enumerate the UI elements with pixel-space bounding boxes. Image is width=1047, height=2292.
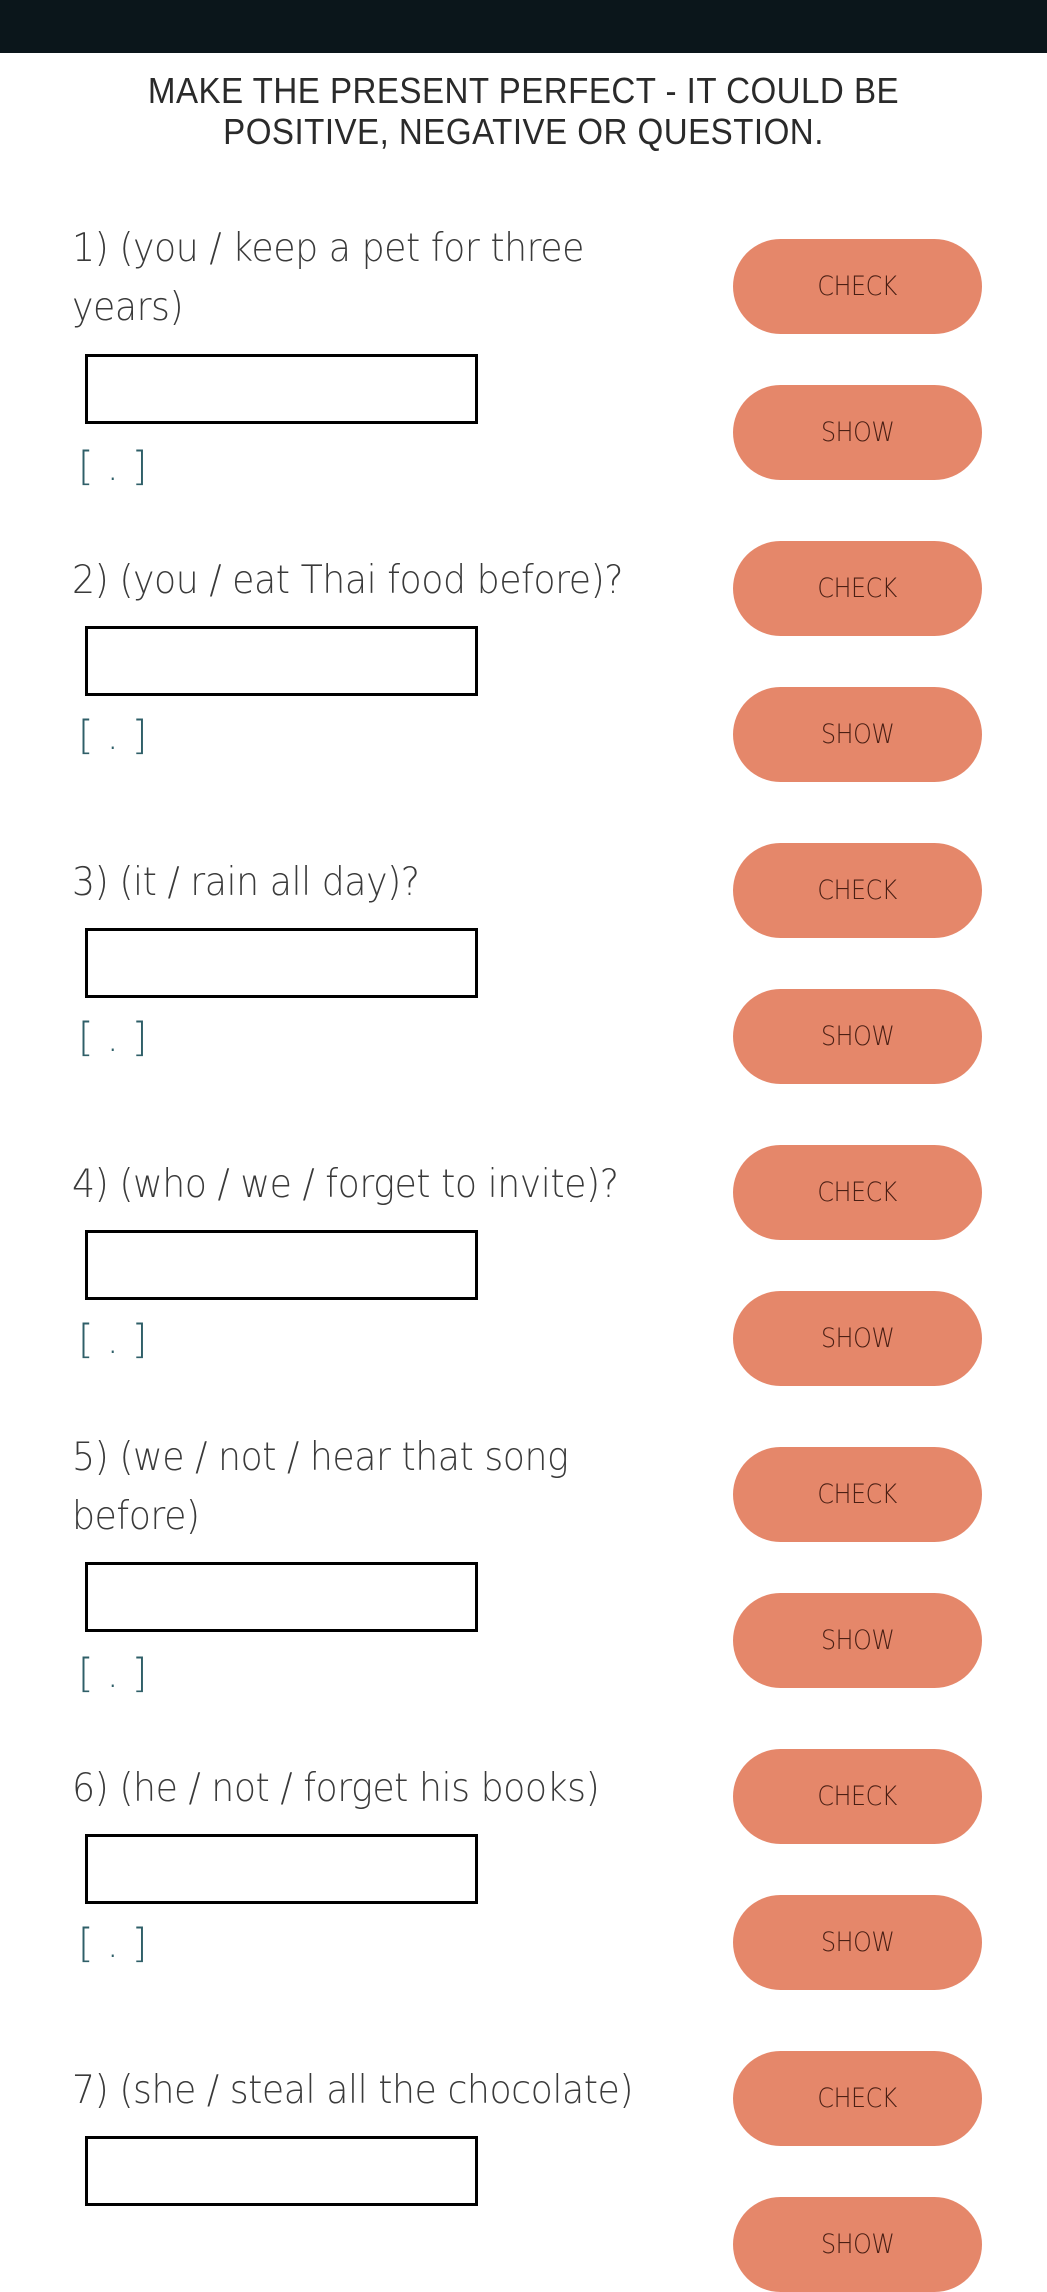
page-title: MAKE THE PRESENT PERFECT - IT COULD BE P… [42,70,1005,152]
check-button-7[interactable]: CHECK [733,2051,982,2146]
show-label: SHOW [820,719,895,750]
feedback-6: [ . ] [78,1921,148,1967]
check-button-3[interactable]: CHECK [733,843,982,938]
check-button-1[interactable]: CHECK [733,239,982,334]
answer-input-4[interactable] [85,1230,478,1300]
show-label: SHOW [820,1323,895,1354]
question-7-prompt: 7) (she / steal all the chocolate) [72,2068,634,2113]
check-label: CHECK [817,875,898,906]
show-label: SHOW [820,1625,895,1656]
question-4-prompt: 4) (who / we / forget to invite)? [72,1162,619,1207]
check-label: CHECK [817,271,898,302]
feedback-1: [ . ] [78,444,148,490]
show-label: SHOW [820,417,895,448]
show-label: SHOW [820,1021,895,1052]
answer-input-6[interactable] [85,1834,478,1904]
show-button-1[interactable]: SHOW [733,385,982,480]
top-bar [0,0,1047,53]
check-button-4[interactable]: CHECK [733,1145,982,1240]
show-label: SHOW [820,2229,895,2260]
title-line-1: MAKE THE PRESENT PERFECT - IT COULD BE [147,70,900,111]
show-label: SHOW [820,1927,895,1958]
check-label: CHECK [817,1781,898,1812]
feedback-2: [ . ] [78,713,148,759]
check-button-5[interactable]: CHECK [733,1447,982,1542]
show-button-7[interactable]: SHOW [733,2197,982,2292]
feedback-5: [ . ] [78,1651,148,1697]
show-button-6[interactable]: SHOW [733,1895,982,1990]
check-button-6[interactable]: CHECK [733,1749,982,1844]
check-button-2[interactable]: CHECK [733,541,982,636]
question-6-prompt: 6) (he / not / forget his books) [72,1766,600,1811]
feedback-3: [ . ] [78,1015,148,1061]
answer-input-2[interactable] [85,626,478,696]
show-button-3[interactable]: SHOW [733,989,982,1084]
check-label: CHECK [817,1479,898,1510]
question-2-prompt: 2) (you / eat Thai food before)? [72,558,624,603]
check-label: CHECK [817,1177,898,1208]
answer-input-7[interactable] [85,2136,478,2206]
show-button-4[interactable]: SHOW [733,1291,982,1386]
title-line-2: POSITIVE, NEGATIVE OR QUESTION. [223,111,824,152]
answer-input-1[interactable] [85,354,478,424]
feedback-4: [ . ] [78,1317,148,1363]
check-label: CHECK [817,2083,898,2114]
question-1-prompt: 1) (you / keep a pet for three years) [72,226,584,330]
show-button-2[interactable]: SHOW [733,687,982,782]
question-5-prompt: 5) (we / not / hear that song before) [72,1435,569,1539]
question-3-prompt: 3) (it / rain all day)? [72,860,420,905]
check-label: CHECK [817,573,898,604]
answer-input-3[interactable] [85,928,478,998]
show-button-5[interactable]: SHOW [733,1593,982,1688]
answer-input-5[interactable] [85,1562,478,1632]
